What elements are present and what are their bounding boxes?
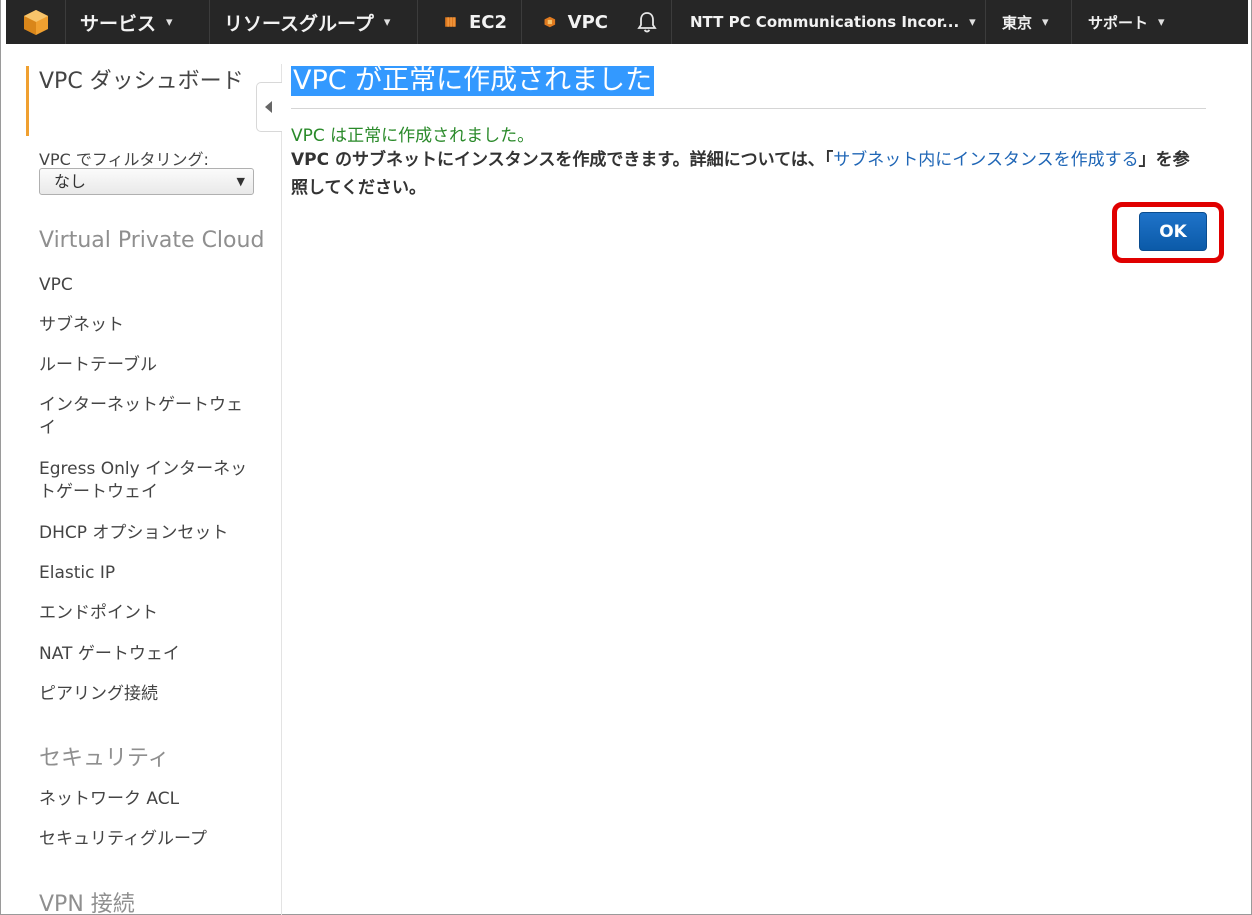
sidebar-item-internet-gateways[interactable]: インターネットゲートウェイ: [39, 394, 249, 440]
sidebar-item-subnets[interactable]: サブネット: [39, 314, 264, 337]
info-prefix: VPC のサブネットにインスタンスを作成できます。詳細については、「: [291, 150, 834, 170]
sidebar-item-route-tables[interactable]: ルートテーブル: [39, 354, 264, 377]
ec2-shortcut[interactable]: EC2: [418, 0, 522, 44]
ec2-icon: [445, 17, 456, 27]
chevron-down-icon: ▾: [166, 14, 173, 30]
support-label: サポート: [1088, 13, 1149, 32]
vpc-icon: [544, 16, 556, 28]
vpc-label: VPC: [567, 11, 608, 33]
top-nav-bar: サービス ▾ リソースグループ ▾ EC2 VPC NTT PC Communi…: [6, 0, 1248, 44]
sidebar-divider: [281, 64, 282, 915]
section-vpn: VPN 接続: [39, 892, 135, 915]
collapse-left-icon: [265, 101, 272, 113]
sidebar-item-peering[interactable]: ピアリング接続: [39, 683, 264, 706]
sidebar-item-elastic-ip[interactable]: Elastic IP: [39, 562, 264, 585]
aws-logo[interactable]: [6, 0, 66, 44]
sidebar-item-dhcp-options[interactable]: DHCP オプションセット: [39, 522, 264, 545]
chevron-down-icon: ▾: [1042, 14, 1049, 30]
resource-groups-menu[interactable]: リソースグループ ▾: [210, 0, 418, 44]
account-label: NTT PC Communications Incor...: [690, 13, 960, 31]
account-menu[interactable]: NTT PC Communications Incor... ▾: [672, 0, 986, 44]
sidebar-item-vpc[interactable]: VPC: [39, 274, 264, 297]
ec2-label: EC2: [468, 11, 507, 33]
sidebar-collapse-button[interactable]: [256, 82, 282, 132]
vpc-filter-label: VPC でフィルタリング:: [39, 150, 209, 169]
sidebar-item-security-groups[interactable]: セキュリティグループ: [39, 828, 264, 851]
sidebar-item-egress-only-gateways[interactable]: Egress Only インターネットゲートウェイ: [39, 458, 259, 504]
notifications-button[interactable]: [622, 0, 672, 44]
sidebar: VPC ダッシュボード VPC でフィルタリング: なし ▼ Virtual P…: [26, 64, 280, 915]
sidebar-dashboard-link[interactable]: VPC ダッシュボード: [26, 66, 258, 136]
success-message: VPC は正常に作成されました。: [291, 126, 535, 146]
launch-instance-link[interactable]: サブネット内にインスタンスを作成する: [833, 150, 1138, 170]
vpc-shortcut[interactable]: VPC: [522, 0, 622, 44]
ok-button[interactable]: OK: [1139, 212, 1207, 251]
chevron-down-icon: ▾: [1158, 14, 1165, 30]
section-virtual-private-cloud: Virtual Private Cloud: [39, 228, 265, 253]
services-label: サービス: [80, 12, 157, 35]
page-title: VPC が正常に作成されました: [291, 65, 655, 96]
chevron-down-icon: ▾: [383, 14, 391, 30]
region-menu[interactable]: 東京 ▾: [986, 0, 1072, 44]
title-divider: [291, 108, 1206, 109]
chevron-down-icon: ▾: [969, 14, 976, 30]
aws-cube-icon: [23, 10, 48, 35]
sidebar-item-nat-gateways[interactable]: NAT ゲートウェイ: [39, 643, 264, 666]
info-message: VPC のサブネットにインスタンスを作成できます。詳細については、「サブネット内…: [291, 146, 1206, 202]
support-menu[interactable]: サポート ▾: [1072, 0, 1168, 44]
sidebar-item-network-acl[interactable]: ネットワーク ACL: [39, 788, 264, 811]
bell-icon: [636, 12, 657, 33]
region-label: 東京: [1002, 13, 1033, 32]
services-menu[interactable]: サービス ▾: [66, 0, 210, 44]
vpc-filter-select[interactable]: なし ▼: [39, 168, 254, 195]
sidebar-item-endpoints[interactable]: エンドポイント: [39, 602, 264, 625]
caret-down-icon: ▼: [236, 175, 245, 188]
section-security: セキュリティ: [39, 746, 170, 771]
resource-groups-label: リソースグループ: [224, 12, 374, 35]
vpc-filter-value: なし: [54, 172, 87, 191]
